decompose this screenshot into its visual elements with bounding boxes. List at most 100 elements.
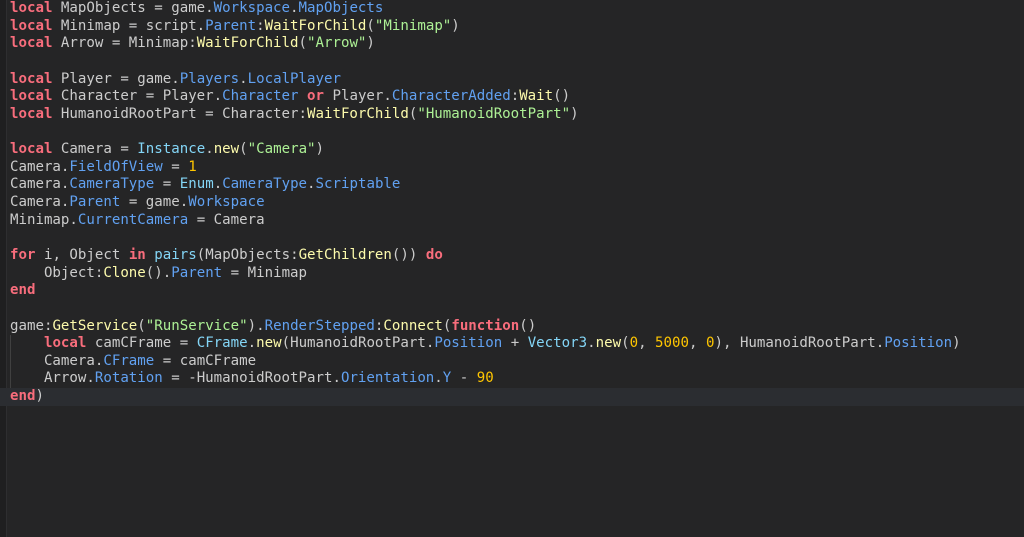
identifier-token: ) (570, 105, 579, 122)
identifier-token: camCFrame = (86, 335, 197, 352)
code-line-current[interactable]: end) (0, 388, 1024, 406)
code-line[interactable]: Object:Clone().Parent = Minimap (10, 265, 1024, 283)
identifier-token: : (256, 17, 265, 34)
identifier-token: Camera. (10, 194, 70, 211)
number-token: 0 (629, 335, 639, 352)
identifier-token: Player = game. (52, 70, 180, 87)
property-token: CharacterAdded (391, 88, 511, 105)
keyword-token: local (10, 17, 53, 34)
method-token: Connect (383, 317, 443, 334)
code-line[interactable]: Camera.Parent = game.Workspace (10, 194, 1024, 212)
identifier-token: . (247, 335, 257, 352)
number-token: 1 (188, 158, 197, 175)
code-line[interactable]: end (10, 282, 1024, 300)
identifier-token: ) (35, 388, 44, 405)
keyword-token: local (43, 335, 87, 352)
identifier-token: ). (247, 317, 265, 334)
code-line[interactable] (10, 123, 1024, 141)
code-line[interactable]: local Camera = Instance.new("Camera") (10, 141, 1024, 159)
code-editor[interactable]: local MapObjects = game.Workspace.MapObj… (0, 0, 1024, 537)
identifier-token: = Minimap (222, 264, 308, 281)
code-line[interactable]: local camCFrame = CFrame.new(HumanoidRoo… (10, 335, 1024, 353)
property-token: Parent (171, 264, 223, 281)
keyword-token: local (10, 0, 53, 16)
code-line[interactable]: local Arrow = Minimap:WaitForChild("Arro… (10, 35, 1024, 53)
keyword-token: end (10, 282, 36, 299)
identifier-token: ( (298, 35, 308, 52)
identifier-token: ( (239, 141, 248, 158)
identifier-token: ) (315, 141, 325, 158)
identifier-token: . (307, 176, 316, 193)
string-token: "HumanoidRootPart" (417, 105, 571, 122)
code-line[interactable]: game:GetService("RunService").RenderStep… (10, 318, 1024, 336)
identifier-token: ) (366, 35, 375, 52)
code-line[interactable]: for i, Object in pairs(MapObjects:GetChi… (10, 247, 1024, 265)
string-token: "RunService" (145, 317, 248, 334)
code-line[interactable]: Camera.CameraType = Enum.CameraType.Scri… (10, 176, 1024, 194)
identifier-token: Character = Player. (52, 88, 223, 105)
identifier-token: = -HumanoidRootPart. (162, 370, 341, 387)
identifier-token: Minimap = script. (52, 17, 206, 34)
method-token: WaitForChild (196, 35, 299, 52)
identifier-token: ()) (391, 246, 426, 263)
identifier-token: , (638, 335, 656, 352)
code-line[interactable]: Camera.CFrame = camCFrame (10, 353, 1024, 371)
identifier-token: Camera. (10, 176, 70, 193)
code-area[interactable]: local MapObjects = game.Workspace.MapObj… (0, 0, 1024, 406)
property-token: CameraType (69, 176, 155, 193)
identifier-token: Camera. (10, 158, 70, 175)
keyword-token: or (307, 88, 324, 105)
property-token: CurrentCamera (77, 211, 189, 228)
identifier-token: Minimap. (10, 211, 78, 228)
identifier-token: - (451, 370, 477, 387)
keyword-token: local (10, 88, 53, 105)
builtin-token: Vector3 (527, 335, 588, 352)
code-line[interactable] (10, 300, 1024, 318)
code-line[interactable]: local HumanoidRootPart = Character:WaitF… (10, 106, 1024, 124)
code-line[interactable] (10, 53, 1024, 71)
method-token: new (595, 335, 622, 352)
identifier-token: = game. (120, 194, 189, 211)
code-line[interactable]: Camera.FieldOfView = 1 (10, 159, 1024, 177)
identifier-token (299, 88, 308, 104)
identifier-token: Player. (324, 88, 392, 105)
identifier-token: () (519, 317, 537, 334)
identifier-token: ( (366, 17, 375, 34)
code-line[interactable] (10, 229, 1024, 247)
keyword-token: local (10, 141, 53, 158)
code-line[interactable]: local Minimap = script.Parent:WaitForChi… (10, 18, 1024, 36)
method-token: new (256, 335, 282, 352)
identifier-token: . (587, 335, 596, 352)
identifier-token: MapObjects = game. (52, 0, 214, 16)
property-token: Workspace (213, 0, 291, 16)
editor-gutter (0, 0, 7, 537)
string-token: "Camera" (247, 141, 316, 158)
code-line[interactable]: Minimap.CurrentCamera = Camera (10, 212, 1024, 230)
property-token: Parent (205, 17, 257, 34)
property-token: Players (179, 70, 240, 87)
code-line[interactable]: Arrow.Rotation = -HumanoidRootPart.Orien… (10, 370, 1024, 388)
identifier-token: ( (621, 335, 630, 352)
identifier-token: (). (145, 264, 172, 281)
keyword-token: end (10, 388, 36, 405)
identifier-token: (HumanoidRootPart. (281, 335, 435, 352)
keyword-token: local (10, 35, 53, 52)
method-token: WaitForChild (307, 105, 409, 122)
string-token: "Arrow" (307, 35, 367, 52)
identifier-token (10, 335, 44, 351)
property-token: Orientation (340, 370, 435, 387)
property-token: FieldOfView (69, 158, 163, 175)
property-token: Position (884, 335, 953, 352)
identifier-token: Arrow = Minimap: (52, 35, 197, 52)
identifier-token: Object: (10, 264, 104, 281)
identifier-token: + (502, 335, 528, 352)
code-line[interactable]: local Player = game.Players.LocalPlayer (10, 71, 1024, 89)
number-token: 5000 (655, 335, 689, 352)
builtin-token: pairs (154, 246, 197, 263)
code-line[interactable]: local Character = Player.Character or Pl… (10, 88, 1024, 106)
property-token: CFrame (103, 352, 155, 369)
keyword-token: local (10, 70, 53, 87)
property-token: Scriptable (315, 176, 401, 193)
method-token: GetService (52, 317, 138, 334)
code-line[interactable]: local MapObjects = game.Workspace.MapObj… (10, 0, 1024, 18)
